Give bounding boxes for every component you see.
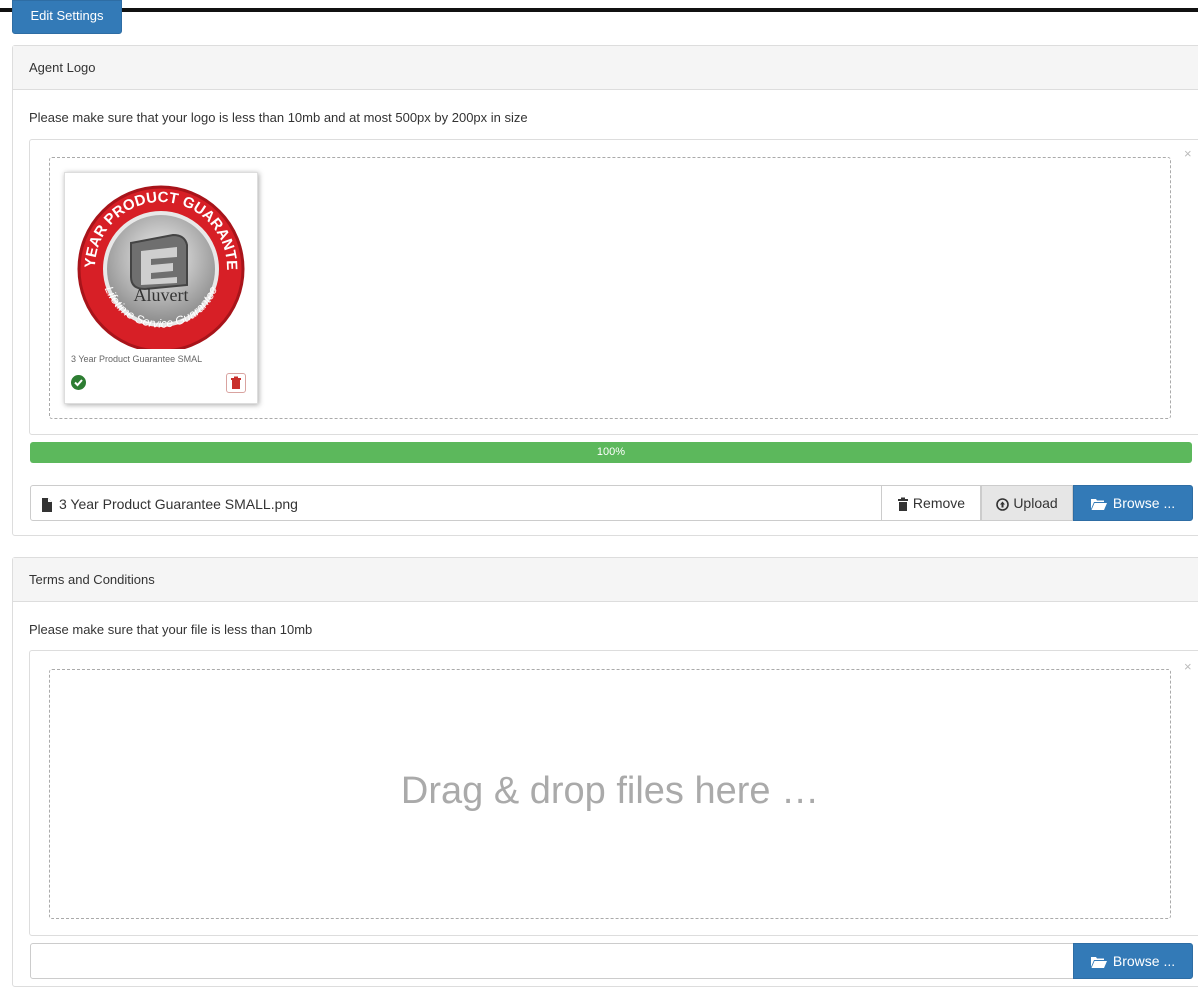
agent-logo-panel: Agent Logo Please make sure that your lo…: [12, 45, 1198, 536]
folder-open-icon: [1090, 957, 1107, 969]
browse-button[interactable]: Browse ...: [1073, 485, 1193, 521]
remove-button-label: Remove: [912, 495, 966, 511]
delete-preview-button[interactable]: [226, 373, 246, 393]
remove-button[interactable]: Remove: [881, 485, 981, 521]
upload-progress-label: 100%: [596, 446, 626, 458]
agent-logo-drop-zone[interactable]: 3 YEAR PRODUCT GUARANTEE Lifetime Servic…: [49, 157, 1171, 419]
logo-preview-caption: 3 Year Product Guarantee SMAL: [71, 354, 203, 364]
drag-drop-hint: Drag & drop files here …: [400, 770, 820, 812]
selected-file-name: 3 Year Product Guarantee SMALL.png: [59, 496, 298, 512]
upload-circle-icon: [996, 497, 1010, 511]
logo-preview-image: 3 YEAR PRODUCT GUARANTEE Lifetime Servic…: [65, 173, 245, 349]
folder-open-icon: [1090, 499, 1107, 511]
terms-panel: Terms and Conditions Please make sure th…: [12, 557, 1198, 987]
terms-browse-button-label: Browse ...: [1112, 953, 1176, 969]
svg-text:Aluvert: Aluvert: [134, 285, 189, 305]
upload-button[interactable]: Upload: [981, 485, 1073, 521]
edit-settings-button[interactable]: Edit Settings: [12, 0, 122, 34]
terms-help-text: Please make sure that your file is less …: [29, 622, 313, 637]
browse-button-label: Browse ...: [1112, 495, 1176, 511]
upload-button-label: Upload: [1013, 495, 1058, 511]
agent-logo-panel-title: Agent Logo: [13, 46, 1198, 90]
agent-logo-preview-area: × 3 YEAR PRODUCT GUARANTEE: [29, 139, 1198, 435]
trash-icon: [897, 497, 908, 512]
terms-drop-zone[interactable]: Drag & drop files here …: [49, 669, 1171, 919]
agent-logo-help-text: Please make sure that your logo is less …: [29, 110, 528, 125]
trash-icon: [231, 376, 241, 389]
upload-progress-bar: 100%: [30, 442, 1192, 463]
logo-preview-thumbnail: 3 YEAR PRODUCT GUARANTEE Lifetime Servic…: [64, 172, 258, 404]
terms-preview-area: × Drag & drop files here …: [29, 650, 1198, 936]
agent-logo-clear-button[interactable]: ×: [1184, 146, 1192, 161]
top-divider: [0, 8, 1198, 12]
file-icon: [42, 498, 52, 513]
selected-file-caption: 3 Year Product Guarantee SMALL.png: [41, 496, 298, 513]
terms-clear-button[interactable]: ×: [1184, 659, 1192, 674]
check-circle-icon: [71, 375, 86, 390]
terms-panel-title: Terms and Conditions: [13, 558, 1198, 602]
agent-logo-file-input: 3 Year Product Guarantee SMALL.png Remov…: [30, 485, 1193, 521]
